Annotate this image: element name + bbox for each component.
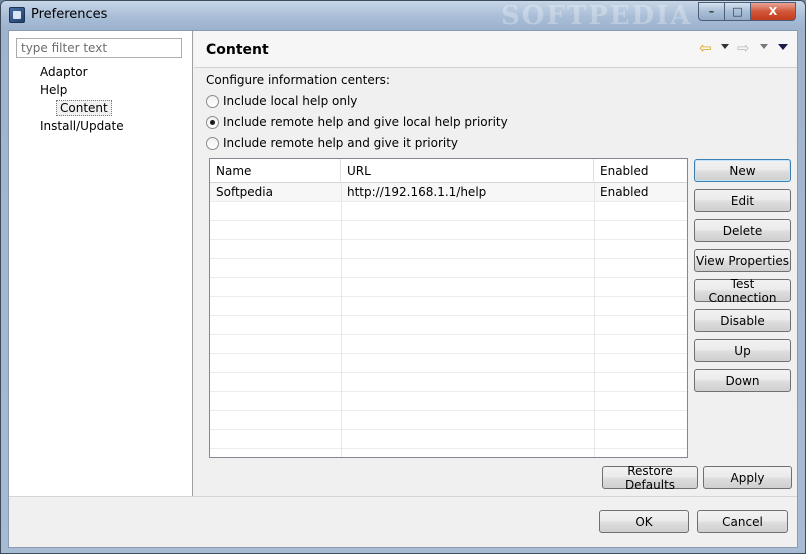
- table-row-empty: [210, 221, 687, 240]
- table-row-empty: [210, 278, 687, 297]
- radio-button[interactable]: [206, 94, 219, 108]
- minimize-button[interactable]: –: [698, 2, 725, 21]
- table-row-empty: [210, 297, 687, 316]
- tree-item-adaptor[interactable]: Adaptor: [40, 65, 88, 79]
- table-row-empty: [210, 373, 687, 392]
- down-button[interactable]: Down: [694, 369, 791, 392]
- cell-url: http://192.168.1.1/help: [347, 185, 487, 199]
- radio-label: Include remote help and give it priority: [223, 136, 459, 150]
- table-row-empty: [210, 240, 687, 259]
- cell-name: Softpedia: [216, 185, 273, 199]
- tree-item-help[interactable]: Help: [40, 83, 67, 97]
- back-dropdown-icon[interactable]: [721, 44, 729, 49]
- apply-button[interactable]: Apply: [703, 466, 792, 489]
- up-button[interactable]: Up: [694, 339, 791, 362]
- footer-separator: [9, 496, 797, 497]
- restore-defaults-button[interactable]: Restore Defaults: [602, 464, 698, 492]
- table-row-empty: [210, 392, 687, 411]
- info-centers-table[interactable]: Name URL Enabled Softpedia http://192.16…: [209, 158, 688, 458]
- content-page: Content ⇦ ⇨ Configure information center…: [194, 31, 797, 496]
- maximize-button[interactable]: □: [724, 2, 751, 21]
- table-row-empty: [210, 202, 687, 221]
- radio-label: Include local help only: [223, 94, 358, 108]
- cancel-button[interactable]: Cancel: [697, 510, 788, 533]
- page-title: Content: [206, 42, 269, 58]
- dialog-client-area: Adaptor Help Content Install/Update Cont…: [8, 30, 798, 548]
- new-button[interactable]: New: [694, 159, 791, 182]
- delete-button[interactable]: Delete: [694, 219, 791, 242]
- forward-dropdown-icon[interactable]: [760, 44, 768, 49]
- forward-arrow-icon[interactable]: ⇨: [737, 41, 750, 56]
- tree-item-content[interactable]: Content: [56, 100, 112, 116]
- preference-tree-pane: Adaptor Help Content Install/Update: [9, 31, 193, 496]
- back-arrow-icon[interactable]: ⇦: [699, 41, 712, 56]
- page-header: Content ⇦ ⇨: [194, 31, 797, 68]
- table-row-empty: [210, 354, 687, 373]
- close-button[interactable]: X: [750, 2, 796, 21]
- title-bar[interactable]: Preferences SOFTPEDIA – □ X: [1, 1, 805, 31]
- test-connection-button[interactable]: Test Connection: [694, 277, 791, 305]
- cell-enabled: Enabled: [600, 185, 649, 199]
- radio-local-only[interactable]: Include local help only: [206, 94, 357, 108]
- radio-remote-priority[interactable]: Include remote help and give it priority: [206, 136, 458, 150]
- table-row-empty: [210, 430, 687, 449]
- table-row-empty: [210, 259, 687, 278]
- radio-remote-local-priority[interactable]: Include remote help and give local help …: [206, 115, 508, 129]
- column-header-url[interactable]: URL: [341, 159, 594, 183]
- table-row-empty: [210, 411, 687, 430]
- radio-label: Include remote help and give local help …: [223, 115, 508, 129]
- watermark-text: SOFTPEDIA: [501, 1, 693, 31]
- table-header: Name URL Enabled: [210, 159, 687, 183]
- table-row[interactable]: Softpedia http://192.168.1.1/help Enable…: [210, 183, 687, 202]
- section-label: Configure information centers:: [206, 73, 390, 87]
- ok-button[interactable]: OK: [599, 510, 689, 533]
- window-title: Preferences: [31, 7, 108, 22]
- column-divider: [341, 183, 342, 457]
- column-divider: [594, 183, 595, 457]
- column-header-enabled[interactable]: Enabled: [594, 159, 687, 183]
- filter-input[interactable]: [16, 38, 182, 58]
- view-properties-button[interactable]: View Properties: [694, 249, 791, 272]
- column-header-name[interactable]: Name: [210, 159, 341, 183]
- app-icon: [9, 7, 25, 23]
- view-menu-icon[interactable]: [778, 44, 788, 50]
- tree-item-install-update[interactable]: Install/Update: [40, 119, 124, 133]
- disable-button[interactable]: Disable: [694, 309, 791, 332]
- table-row-empty: [210, 316, 687, 335]
- radio-button[interactable]: [206, 136, 219, 150]
- radio-button[interactable]: [206, 115, 219, 129]
- table-row-empty: [210, 335, 687, 354]
- preferences-window: Preferences SOFTPEDIA – □ X Adaptor Help…: [0, 0, 806, 554]
- edit-button[interactable]: Edit: [694, 189, 791, 212]
